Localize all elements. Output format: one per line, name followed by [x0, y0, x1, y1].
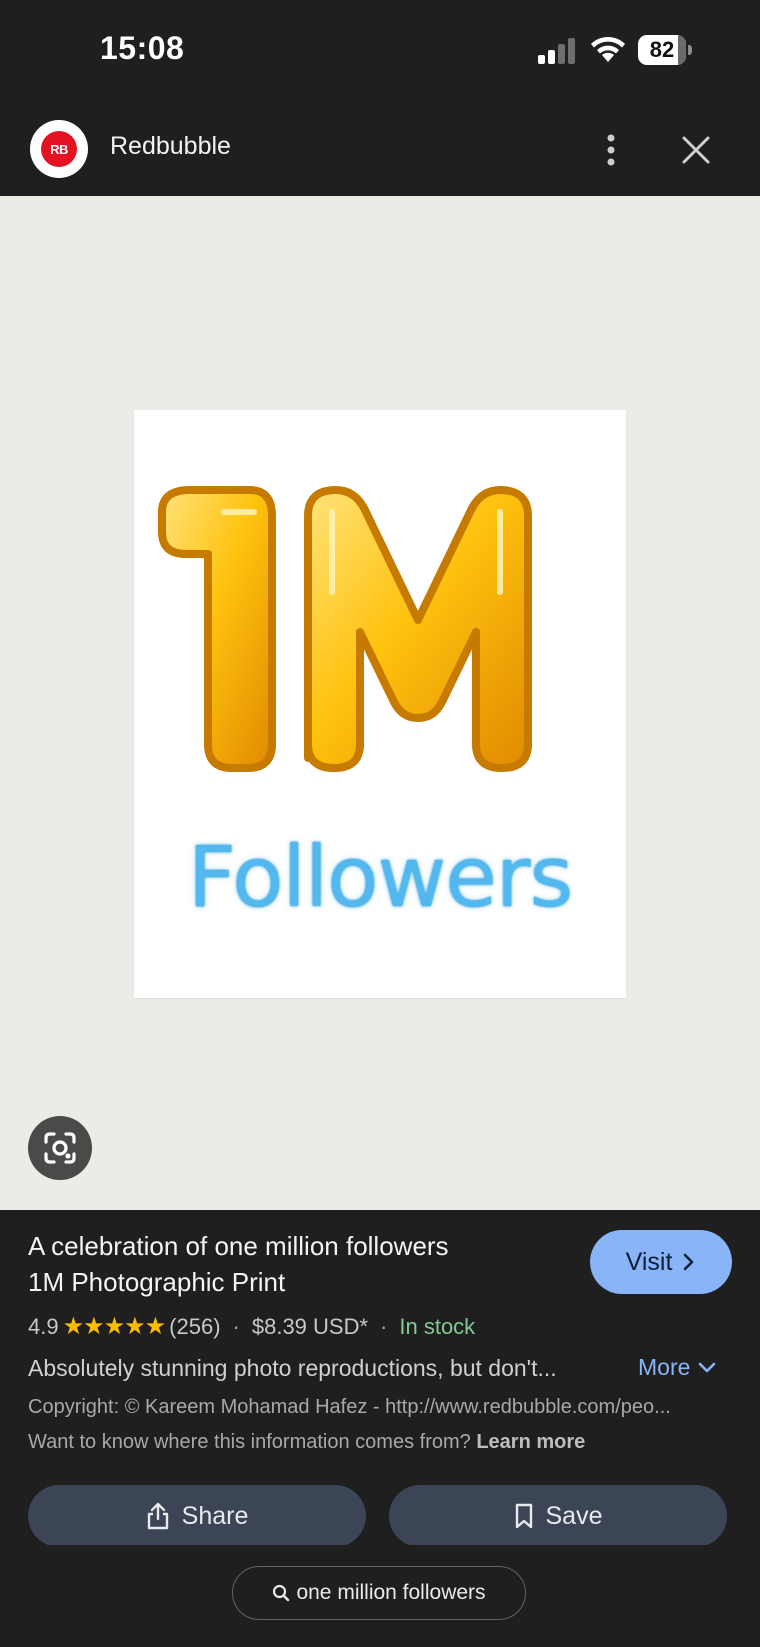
status-time: 15:08: [100, 30, 185, 66]
logo-mark: RB: [41, 131, 77, 167]
followers-text: Followers: [187, 828, 573, 926]
chevron-down-icon: [699, 1362, 716, 1372]
site-name[interactable]: Redbubble: [110, 132, 231, 161]
more-label: More: [638, 1354, 691, 1380]
divider: [0, 1545, 760, 1555]
visit-label: Visit: [625, 1247, 673, 1276]
more-options-icon[interactable]: [596, 130, 626, 170]
stock-status: In stock: [399, 1313, 476, 1339]
balloon-1m-graphic: [158, 486, 532, 772]
copyright-text: Copyright: © Kareem Mohamad Hafez - http…: [28, 1396, 671, 1418]
more-button[interactable]: More: [638, 1354, 716, 1381]
source-info: Want to know where this information come…: [28, 1431, 585, 1454]
product-title-line-1: A celebration of one million followers: [28, 1231, 449, 1261]
redbubble-logo[interactable]: RB: [30, 120, 88, 178]
search-query: one million followers: [296, 1581, 486, 1604]
review-count: (256): [169, 1313, 221, 1339]
learn-more-link[interactable]: Learn more: [476, 1431, 585, 1453]
cellular-signal-icon: [538, 38, 575, 64]
separator-dot: ·: [380, 1313, 388, 1339]
bookmark-icon: [515, 1503, 532, 1529]
share-label: Share: [181, 1501, 249, 1530]
price: $8.39 USD*: [251, 1313, 369, 1339]
search-icon: [273, 1584, 290, 1602]
share-button[interactable]: Share: [28, 1485, 366, 1547]
rating-stars-icon: ★★★★★: [62, 1313, 167, 1340]
product-title-line-2: 1M Photographic Print: [28, 1267, 286, 1297]
product-meta: 4.9 ★★★★★ (256) · $8.39 USD* · In stock: [28, 1312, 475, 1341]
source-question: Want to know where this information come…: [28, 1431, 471, 1453]
save-label: Save: [545, 1501, 603, 1530]
battery-icon: 82: [638, 35, 692, 65]
product-description: Absolutely stunning photo reproductions,…: [28, 1355, 557, 1381]
save-button[interactable]: Save: [389, 1485, 727, 1547]
search-query-chip[interactable]: one million followers: [232, 1566, 526, 1620]
product-image[interactable]: Followers: [134, 410, 626, 998]
visit-button[interactable]: Visit: [590, 1230, 732, 1294]
product-title[interactable]: A celebration of one million followers 1…: [28, 1228, 568, 1300]
lens-icon: [44, 1132, 76, 1164]
share-icon: [147, 1502, 168, 1530]
chevron-right-icon: [684, 1253, 694, 1271]
separator-dot: ·: [232, 1313, 240, 1339]
close-icon[interactable]: [680, 134, 712, 166]
battery-level: 82: [649, 37, 675, 62]
google-lens-button[interactable]: [28, 1116, 92, 1180]
wifi-icon: [591, 36, 625, 62]
rating-value: 4.9: [28, 1313, 59, 1339]
